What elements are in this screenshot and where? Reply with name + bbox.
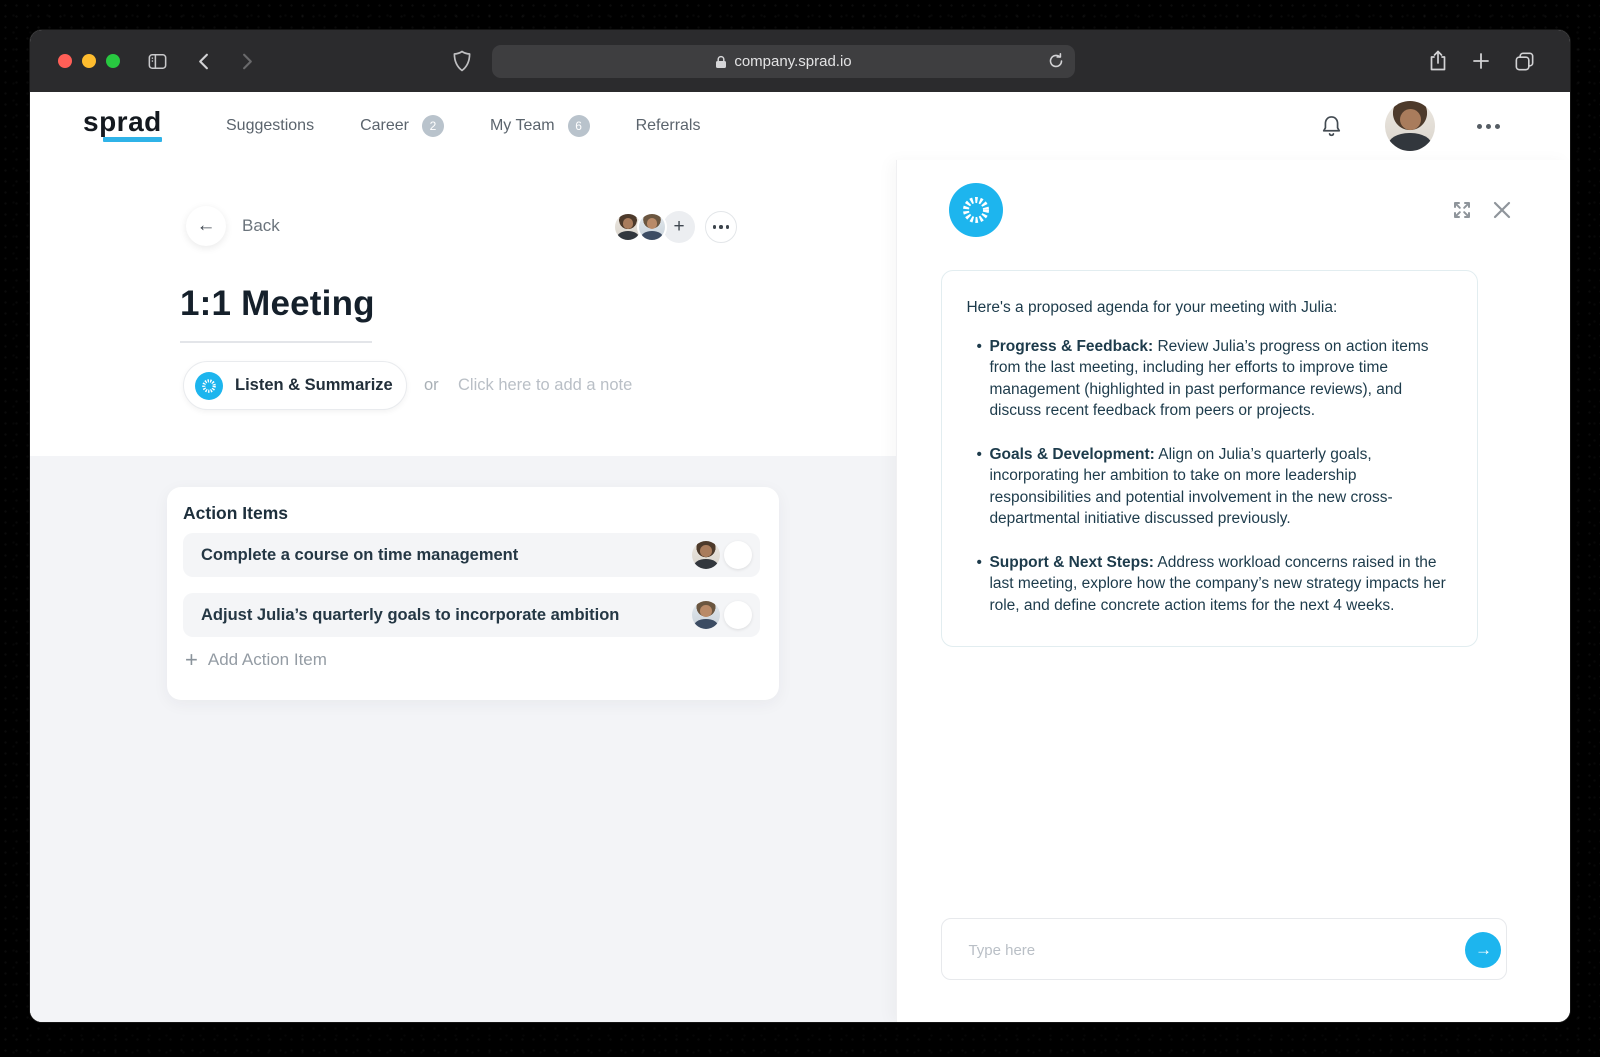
agenda-item: Goals & Development: Align on Julia’s qu… [976,444,1449,530]
nav-item-referrals[interactable]: Referrals [636,117,701,135]
agenda-list: Progress & Feedback: Review Julia’s prog… [966,336,1449,617]
back-nav-icon[interactable] [193,50,216,73]
navbar-more-icon[interactable] [1475,123,1502,129]
nav-item-label: My Team [489,117,555,134]
chrome-actions [1427,49,1536,73]
complete-toggle[interactable] [724,541,752,569]
add-action-item-label: Add Action Item [207,650,327,669]
app-logo[interactable]: sprad [83,106,162,142]
close-window-button[interactable] [58,54,72,68]
action-item-row[interactable]: Complete a course on time management [183,533,760,577]
agenda-item-lead: Progress & Feedback: [989,337,1154,355]
agenda-item: Progress & Feedback: Review Julia’s prog… [976,336,1449,422]
new-tab-icon[interactable] [1471,51,1491,71]
browser-chrome: company.sprad.io [30,30,1570,92]
zoom-window-button[interactable] [106,54,120,68]
nav-item-label: Suggestions [226,117,315,134]
assignee-avatar [692,601,720,629]
action-item-text: Complete a course on time management [201,545,519,564]
refresh-icon[interactable] [1047,52,1065,74]
nav-item-my-team[interactable]: My Team 6 [490,115,590,137]
url-text: company.sprad.io [734,53,852,70]
meeting-more-button[interactable] [705,211,737,243]
address-bar[interactable]: company.sprad.io [492,45,1075,78]
career-count-badge: 2 [421,115,444,137]
plus-icon: + [185,647,198,672]
agenda-item-lead: Goals & Development: [989,445,1155,463]
browser-window: company.sprad.io sprad Suggestions Caree… [30,30,1570,1022]
nav-items: Suggestions Career 2 My Team 6 Referrals [226,92,700,160]
participants: + [613,210,737,244]
action-item-row[interactable]: Adjust Julia’s quarterly goals to incorp… [183,593,760,637]
assistant-panel: Here's a proposed agenda for your meetin… [896,160,1570,1022]
chat-input[interactable] [966,919,1441,981]
sidebar-icon[interactable] [146,50,169,73]
assistant-logo-icon [949,183,1004,237]
forward-nav-icon[interactable] [235,50,258,73]
chat-input-container: → [941,918,1508,981]
action-items-title: Action Items [183,503,289,523]
agenda-item: Support & Next Steps: Address workload c… [976,552,1449,617]
share-icon[interactable] [1427,49,1449,73]
my-team-count-badge: 6 [567,115,590,137]
assistant-intro: Here's a proposed agenda for your meetin… [966,299,1338,316]
add-action-item-button[interactable]: + Add Action Item [185,649,327,671]
close-panel-icon[interactable] [1489,197,1515,223]
notifications-bell-icon[interactable] [1318,113,1345,140]
back-button[interactable]: ← [186,206,226,246]
navbar-right [1318,92,1502,160]
user-avatar[interactable] [1385,101,1435,151]
action-item-text: Adjust Julia’s quarterly goals to incorp… [201,605,620,624]
listen-summarize-button[interactable]: Listen & Summarize [183,361,407,410]
listen-summarize-label: Listen & Summarize [235,376,393,394]
app-logo-text: sprad [83,106,162,137]
app-navbar: sprad Suggestions Career 2 My Team 6 Ref… [30,92,1570,161]
meeting-main: ← Back + 1:1 Meeting Listen & Summarize … [30,160,897,1022]
title-underline [180,341,372,343]
logo-underline [103,137,162,142]
add-participant-button[interactable]: + [663,211,695,243]
traffic-lights [58,54,120,68]
nav-item-suggestions[interactable]: Suggestions [226,117,314,135]
minimize-window-button[interactable] [82,54,96,68]
back-label: Back [242,216,280,235]
plus-icon: + [673,216,685,237]
back-arrow-icon: ← [196,215,216,236]
lock-icon [715,55,727,69]
agenda-item-lead: Support & Next Steps: [989,553,1154,571]
action-items-card: Action Items Complete a course on time m… [167,487,779,700]
tab-overview-icon[interactable] [1513,50,1536,73]
send-button[interactable]: → [1465,932,1502,968]
page-content: ← Back + 1:1 Meeting Listen & Summarize … [30,160,1570,1022]
nav-item-label: Referrals [635,117,701,134]
expand-panel-icon[interactable] [1449,197,1475,223]
assistant-message: Here's a proposed agenda for your meetin… [941,270,1479,647]
send-arrow-icon: → [1474,940,1492,959]
participant-avatar-manager[interactable] [637,212,667,242]
complete-toggle[interactable] [724,601,752,629]
nav-item-label: Career [360,117,409,134]
ai-swirl-icon [195,371,223,400]
privacy-shield-icon[interactable] [451,49,473,73]
assignee-avatar [692,541,720,569]
page-title: 1:1 Meeting [180,284,375,323]
or-text: or [424,376,439,394]
add-note-placeholder[interactable]: Click here to add a note [458,361,632,410]
nav-item-career[interactable]: Career 2 [360,115,444,137]
